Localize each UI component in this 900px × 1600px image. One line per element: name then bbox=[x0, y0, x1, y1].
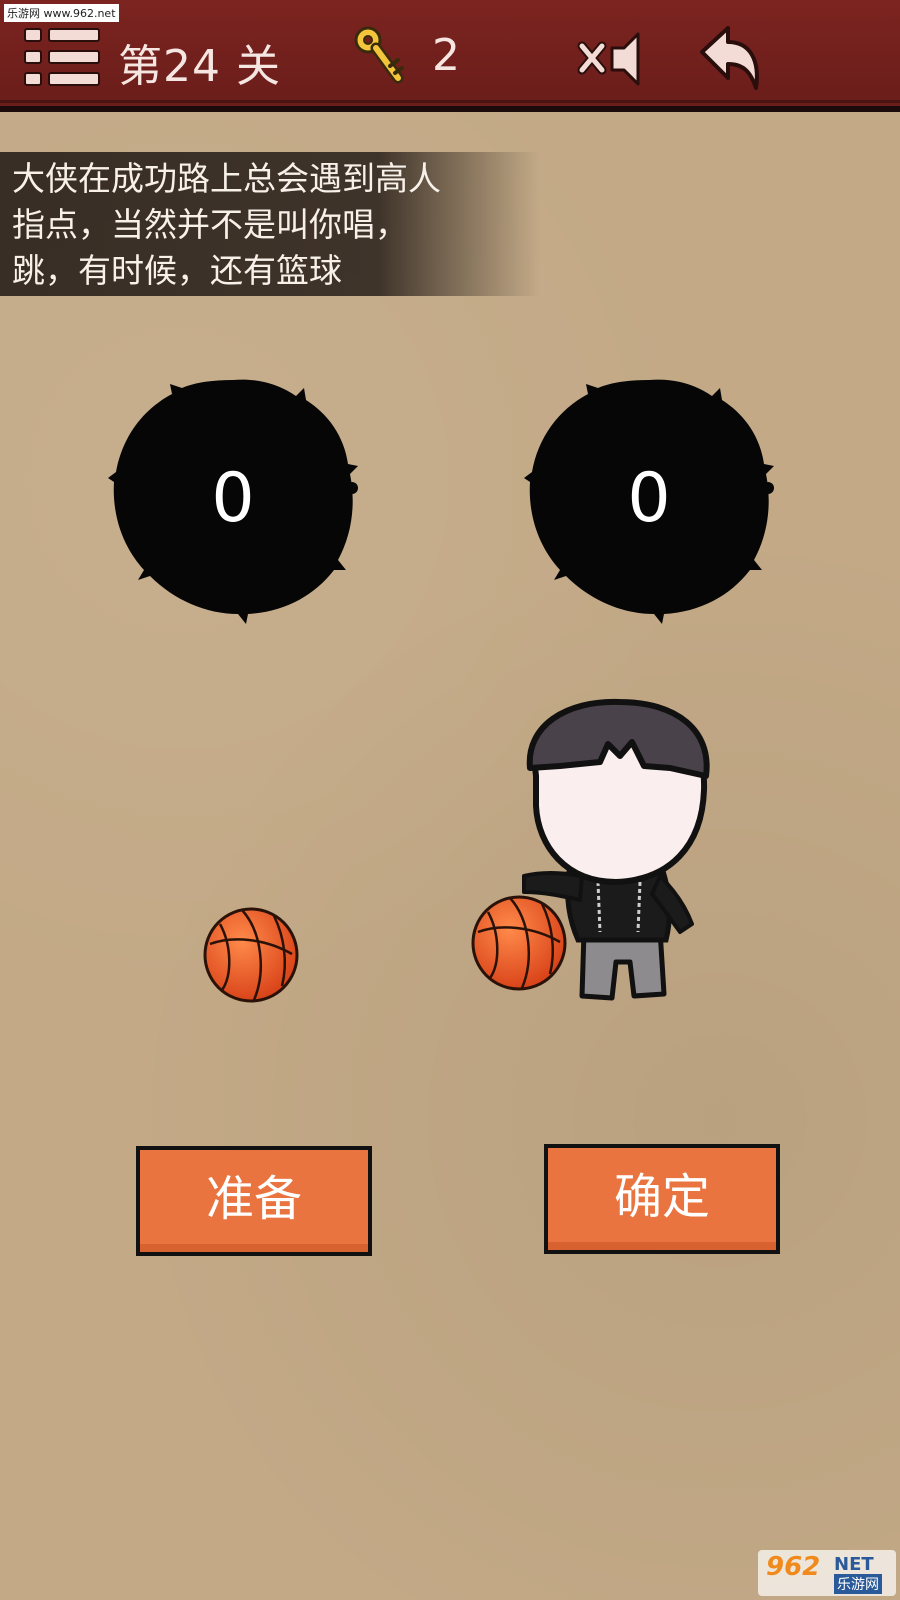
speaker-muted-icon[interactable] bbox=[576, 28, 656, 90]
score-ink-left: 0 bbox=[108, 374, 378, 624]
score-right: 0 bbox=[627, 459, 671, 538]
confirm-button[interactable]: 确定 bbox=[544, 1144, 780, 1254]
hint-line: 大侠在成功路上总会遇到高人 bbox=[12, 159, 441, 198]
back-arrow-icon[interactable] bbox=[698, 24, 764, 94]
score-ink-right: 0 bbox=[524, 374, 794, 624]
basketball-left[interactable] bbox=[202, 906, 300, 1008]
watermark-cn: 乐游网 bbox=[834, 1574, 882, 1594]
top-bar: 第24 关 2 bbox=[0, 0, 900, 112]
top-bar-divider bbox=[0, 100, 900, 103]
key-count: 2 bbox=[432, 30, 460, 81]
hint-line: 指点，当然并不是叫你唱， bbox=[12, 205, 408, 244]
ready-button[interactable]: 准备 bbox=[136, 1146, 372, 1256]
key-icon bbox=[352, 24, 408, 88]
hint-line: 跳，有时候，还有篮球 bbox=[12, 251, 342, 290]
watermark-net: NET bbox=[834, 1554, 874, 1575]
hint-banner: 大侠在成功路上总会遇到高人 指点，当然并不是叫你唱， 跳，有时候，还有篮球 bbox=[0, 152, 540, 296]
level-title: 第24 关 bbox=[118, 41, 281, 92]
list-menu-icon[interactable] bbox=[24, 26, 100, 88]
score-left: 0 bbox=[211, 459, 255, 538]
basketball-held[interactable] bbox=[470, 894, 568, 996]
watermark-num: 962 bbox=[766, 1552, 821, 1582]
watermark-logo: 962 NET 乐游网 bbox=[758, 1550, 896, 1596]
watermark-top: 乐游网 www.962.net bbox=[4, 4, 119, 22]
